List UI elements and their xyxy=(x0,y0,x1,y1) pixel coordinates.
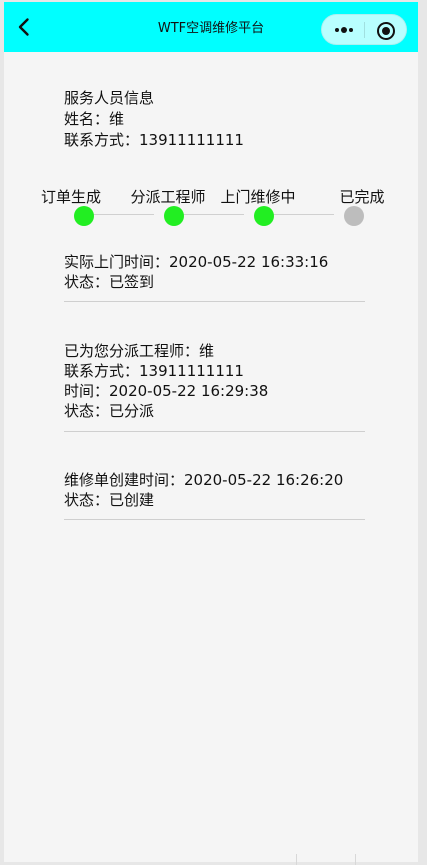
record-line: 状态：已分派 xyxy=(64,402,155,420)
app-screen: WTF空调维修平台 服务人员信息 姓名：维 联系方式：13911111111 订… xyxy=(4,2,418,862)
progress-connector xyxy=(174,214,244,215)
step-dot-assign-engineer xyxy=(164,206,184,226)
top-navigation-bar: WTF空调维修平台 xyxy=(4,2,418,52)
record-line: 维修单创建时间：2020-05-22 16:26:20 xyxy=(64,471,344,489)
capsule-divider xyxy=(364,22,365,38)
close-button[interactable] xyxy=(374,19,398,43)
service-person-name: 姓名：维 xyxy=(64,110,125,128)
mini-program-capsule xyxy=(321,14,407,45)
step-label-on-site-repair: 上门维修中 xyxy=(220,188,296,206)
service-person-info: 服务人员信息 姓名：维 联系方式：13911111111 xyxy=(64,88,244,151)
more-dots-icon xyxy=(341,27,347,33)
service-info-heading: 服务人员信息 xyxy=(64,89,155,107)
more-button[interactable] xyxy=(328,19,360,41)
progress-connector xyxy=(84,214,154,215)
record-divider xyxy=(64,519,365,520)
record-line: 状态：已签到 xyxy=(64,273,155,291)
step-dot-completed xyxy=(344,206,364,226)
step-label-completed: 已完成 xyxy=(339,188,385,206)
service-person-contact: 联系方式：13911111111 xyxy=(64,131,244,149)
status-record-assigned: 已为您分派工程师：维 联系方式：13911111111 时间：2020-05-2… xyxy=(64,341,365,421)
step-label-assign-engineer: 分派工程师 xyxy=(130,188,206,206)
record-divider xyxy=(64,431,365,432)
record-divider xyxy=(64,301,365,302)
step-dot-order-created xyxy=(74,206,94,226)
record-line: 状态：已创建 xyxy=(64,491,155,509)
more-dots-icon xyxy=(334,28,339,32)
bottom-edge-strip xyxy=(296,854,356,865)
record-circle-icon-center xyxy=(382,27,390,35)
status-record-created: 维修单创建时间：2020-05-22 16:26:20 状态：已创建 xyxy=(64,470,365,510)
more-dots-icon xyxy=(349,28,354,32)
record-line: 联系方式：13911111111 xyxy=(64,362,244,380)
status-record-signed-in: 实际上门时间：2020-05-22 16:33:16 状态：已签到 xyxy=(64,252,365,292)
record-line: 时间：2020-05-22 16:29:38 xyxy=(64,382,269,400)
record-line: 已为您分派工程师：维 xyxy=(64,342,215,360)
progress-connector xyxy=(264,214,334,215)
record-line: 实际上门时间：2020-05-22 16:33:16 xyxy=(64,253,329,271)
step-dot-on-site-repair xyxy=(254,206,274,226)
step-label-order-created: 订单生成 xyxy=(40,188,101,206)
